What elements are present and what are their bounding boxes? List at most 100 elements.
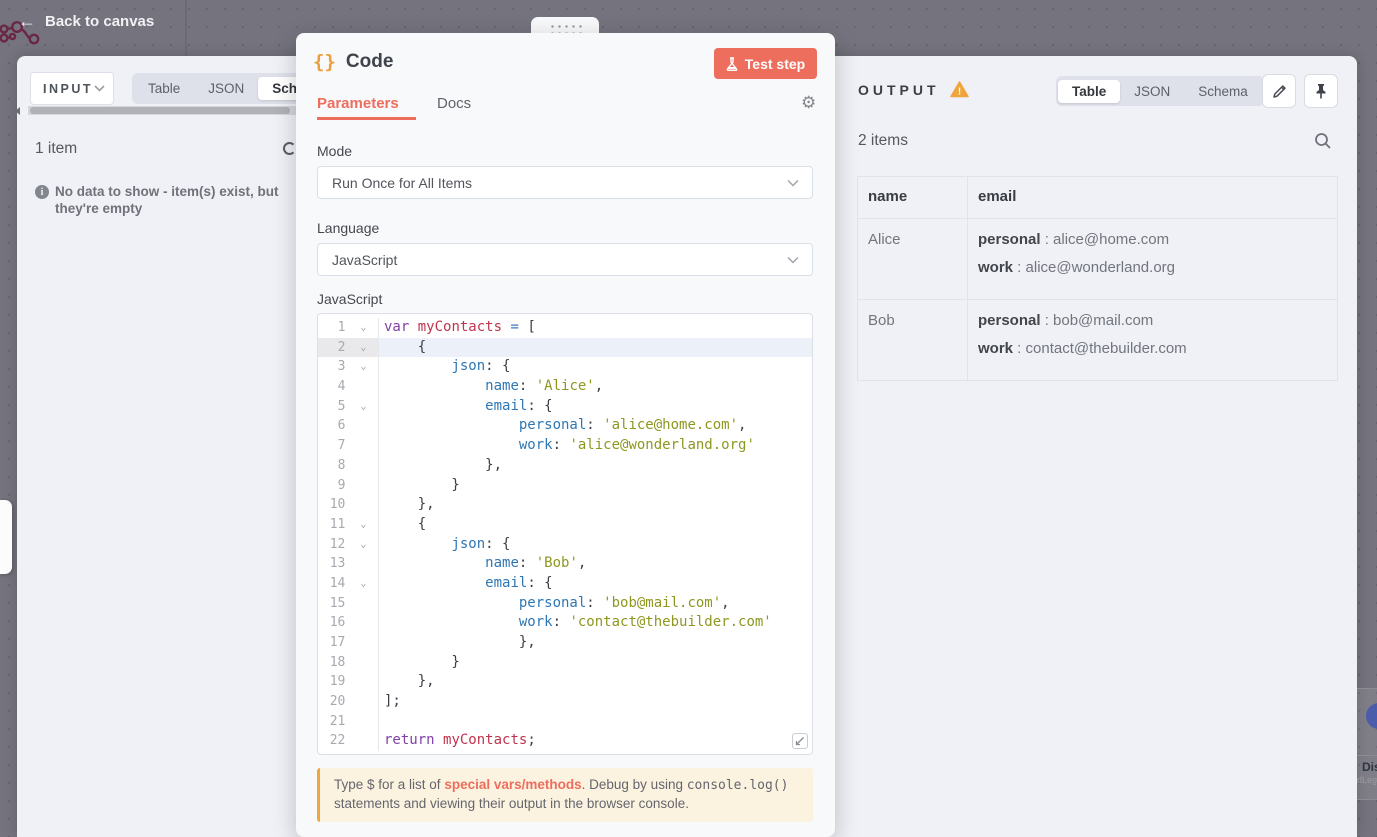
fold-toggle-icon[interactable]: ⌄: [345, 574, 378, 594]
mode-label: Mode: [317, 143, 353, 159]
hint-code-snippet: console.log(): [686, 778, 789, 793]
table-row[interactable]: Bob personal : bob@mail.com work : contact…: [857, 299, 1338, 381]
scrollbar-left-arrow-icon[interactable]: [15, 107, 20, 115]
pin-data-button[interactable]: [1304, 74, 1338, 108]
scrollbar-thumb[interactable]: [30, 107, 290, 114]
line-number-gutter: 21: [318, 711, 379, 732]
code-line-20[interactable]: 20];: [318, 692, 812, 712]
input-tab-table[interactable]: Table: [134, 77, 194, 100]
canvas-node-partial: Dis dLega: [1357, 688, 1377, 800]
node-settings-gear-icon[interactable]: ⚙: [801, 93, 816, 113]
warning-icon: !: [949, 81, 969, 98]
line-number-gutter: 7: [318, 436, 379, 456]
code-line-22[interactable]: 22 return myContacts;: [318, 731, 812, 752]
code-line-16[interactable]: 16 work: 'contact@thebuilder.com': [318, 613, 812, 633]
flask-icon: [726, 56, 738, 71]
edit-output-button[interactable]: [1262, 74, 1296, 108]
fold-toggle-icon[interactable]: ⌄: [345, 338, 378, 358]
line-number-gutter: 22: [318, 731, 379, 752]
code-line-21[interactable]: 21: [318, 711, 812, 732]
output-tab-json[interactable]: JSON: [1120, 80, 1184, 103]
input-source-select[interactable]: INPUT: [30, 72, 114, 105]
output-tab-table[interactable]: Table: [1058, 79, 1121, 103]
line-number-gutter: 17: [318, 633, 379, 653]
hint-text: statements and viewing their output in t…: [334, 795, 689, 811]
line-number-gutter: 13: [318, 554, 379, 574]
node-divider: [1357, 755, 1377, 756]
code-editor[interactable]: 1 ⌄ var myContacts = [2 ⌄ {3 ⌄ json: {4 name…: [317, 313, 813, 755]
tab-docs[interactable]: Docs: [437, 95, 471, 112]
chevron-down-icon: [787, 179, 799, 187]
chevron-down-icon: [94, 85, 105, 92]
line-number-gutter: 11 ⌄: [318, 514, 379, 535]
code-line-17[interactable]: 17 },: [318, 633, 812, 653]
tab-parameters[interactable]: Parameters: [317, 95, 399, 112]
code-line-18[interactable]: 18 }: [318, 652, 812, 673]
pencil-icon: [1272, 84, 1286, 98]
code-line-4[interactable]: 4 name: 'Alice',: [318, 377, 812, 397]
test-step-button[interactable]: Test step: [714, 48, 817, 79]
code-line-1[interactable]: 1 ⌄ var myContacts = [: [318, 318, 812, 338]
code-line-10[interactable]: 10 },: [318, 495, 812, 515]
table-row[interactable]: Alice personal : alice@home.com work : ali…: [857, 218, 1338, 300]
fold-toggle-icon[interactable]: ⌄: [345, 357, 378, 377]
output-tab-schema[interactable]: Schema: [1184, 80, 1262, 103]
resize-icon: [795, 737, 804, 746]
output-table: name email Alice personal : alice@home.co…: [857, 176, 1338, 381]
collapsed-panel-handle[interactable]: [0, 500, 12, 574]
column-header-email: email: [967, 176, 1338, 219]
app-canvas: ← Back to canvas INPUT Table JSON Schema…: [0, 0, 1377, 837]
output-items-count: 2 items: [858, 132, 908, 149]
input-tab-json[interactable]: JSON: [194, 77, 258, 100]
fold-toggle-icon[interactable]: ⌄: [345, 318, 378, 338]
search-icon[interactable]: [1314, 132, 1332, 150]
hint-text: . Debug by using: [581, 777, 687, 792]
code-node-icon: {}: [313, 51, 336, 73]
test-step-label: Test step: [744, 55, 806, 72]
editor-hint-box: Type $ for a list of special vars/method…: [317, 768, 813, 822]
input-empty-message: No data to show - item(s) exist, but the…: [55, 184, 279, 216]
code-line-6[interactable]: 6 personal: 'alice@home.com',: [318, 416, 812, 437]
code-line-11[interactable]: 11 ⌄ {: [318, 514, 812, 535]
code-line-7[interactable]: 7 work: 'alice@wonderland.org': [318, 436, 812, 456]
language-select[interactable]: JavaScript: [317, 243, 813, 276]
line-number-gutter: 15: [318, 593, 379, 614]
code-line-9[interactable]: 9 }: [318, 475, 812, 496]
code-line-12[interactable]: 12 ⌄ json: {: [318, 534, 812, 555]
code-node-dialog: {} Code Test step Parameters Docs ⚙ Mode…: [296, 33, 835, 837]
fold-toggle-icon[interactable]: ⌄: [345, 397, 378, 417]
language-value: JavaScript: [332, 251, 398, 268]
back-to-canvas-button[interactable]: ← Back to canvas: [14, 8, 158, 34]
line-number-gutter: 8: [318, 455, 379, 476]
svg-text:!: !: [957, 87, 960, 98]
output-view-tabs: Table JSON Schema: [1056, 76, 1264, 106]
node-avatar-icon: [1366, 703, 1377, 729]
code-line-13[interactable]: 13 name: 'Bob',: [318, 554, 812, 574]
drag-dots-icon: [548, 22, 584, 33]
refresh-icon[interactable]: [283, 142, 296, 155]
line-number-gutter: 1 ⌄: [318, 318, 379, 338]
code-line-2[interactable]: 2 ⌄ {: [318, 337, 812, 358]
special-vars-link[interactable]: special vars/methods: [444, 777, 581, 792]
code-line-3[interactable]: 3 ⌄ json: {: [318, 357, 812, 378]
code-line-19[interactable]: 19 },: [318, 672, 812, 693]
line-number-gutter: 3 ⌄: [318, 357, 379, 378]
line-number-gutter: 6: [318, 416, 379, 437]
line-number-gutter: 5 ⌄: [318, 396, 379, 417]
code-line-15[interactable]: 15 personal: 'bob@mail.com',: [318, 593, 812, 614]
editor-label: JavaScript: [317, 291, 383, 307]
node-label: Dis: [1362, 760, 1377, 774]
column-header-name: name: [857, 176, 968, 219]
fold-toggle-icon[interactable]: ⌄: [345, 515, 378, 535]
code-line-14[interactable]: 14 ⌄ email: {: [318, 573, 812, 594]
mode-select[interactable]: Run Once for All Items: [317, 166, 813, 199]
back-label: Back to canvas: [45, 12, 155, 30]
chevron-down-icon: [787, 256, 799, 264]
line-number-gutter: 2 ⌄: [318, 337, 379, 358]
input-items-count: 1 item: [35, 140, 78, 157]
editor-resize-handle[interactable]: [792, 733, 808, 749]
code-line-8[interactable]: 8 },: [318, 455, 812, 476]
line-number-gutter: 20: [318, 692, 379, 712]
code-line-5[interactable]: 5 ⌄ email: {: [318, 396, 812, 417]
fold-toggle-icon[interactable]: ⌄: [345, 535, 378, 555]
